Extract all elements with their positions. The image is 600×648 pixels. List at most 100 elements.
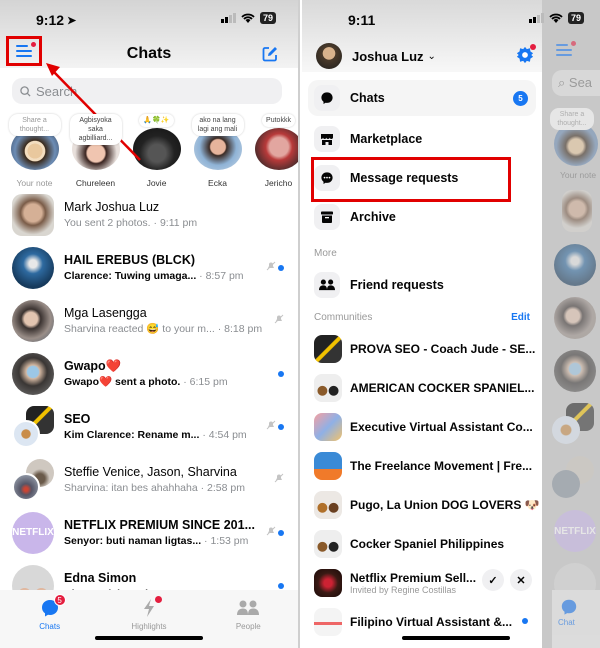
chat-row[interactable]: Mga Lasengga Sharvina reacted 😅 to your … xyxy=(0,294,298,347)
chats-badge: 5 xyxy=(513,91,528,106)
note-name: Jericho xyxy=(264,178,293,188)
community-item[interactable]: PROVA SEO - Coach Jude - SE... xyxy=(302,329,542,368)
section-label-communities: Communities xyxy=(314,312,373,323)
note-bubble: Share a thought... xyxy=(550,108,594,130)
people-icon xyxy=(319,279,335,290)
tab-people[interactable]: People xyxy=(208,598,288,631)
chat-bubble-icon xyxy=(321,92,333,104)
chat-row[interactable]: HAIL EREBUS (BLCK) Clarence: Tuwing umag… xyxy=(0,241,298,294)
profile-name: Joshua Luz xyxy=(352,48,424,64)
community-item[interactable]: Cocker Spaniel Philippines xyxy=(302,524,542,563)
chevron-down-icon: ⌄ xyxy=(427,50,436,62)
community-invite[interactable]: Netflix Premium Sell... Invited by Regin… xyxy=(302,563,542,602)
status-time: 9:11 xyxy=(348,12,376,28)
note-item[interactable]: Agbisyoka saka agbilliard... Chureleen xyxy=(65,114,126,188)
chats-screen: 9:12 ➤ 79 Chats Search Share a thought..… xyxy=(0,0,300,648)
drawer-item-archive[interactable]: Archive xyxy=(302,197,542,236)
chats-badge: 5 xyxy=(53,594,66,606)
menu-button[interactable] xyxy=(6,36,42,66)
drawer-item-message-requests[interactable]: Message requests xyxy=(302,158,542,197)
unread-dot xyxy=(278,424,284,430)
background-chats: ⌕ Sea Share a thought... Your note NETFL… xyxy=(542,0,600,648)
avatar xyxy=(12,352,54,395)
signal-icon xyxy=(528,13,544,23)
location-arrow-icon: ➤ xyxy=(67,14,77,27)
chat-row[interactable]: SEO Kim Clarence: Rename m... · 4:54 pm xyxy=(0,400,298,453)
muted-bell-icon xyxy=(266,526,276,536)
community-avatar xyxy=(314,334,342,363)
avatar xyxy=(132,128,181,170)
muted-bell-icon xyxy=(266,420,276,430)
settings-button[interactable] xyxy=(516,44,536,69)
community-item[interactable]: AMERICAN COCKER SPANIEL... xyxy=(302,368,542,407)
battery-indicator: 79 xyxy=(259,12,276,24)
compose-icon[interactable] xyxy=(262,46,278,62)
chat-row[interactable]: NETFLIX NETFLIX PREMIUM SINCE 201... Sen… xyxy=(0,506,298,559)
page-title: Chats xyxy=(126,45,172,62)
edit-communities-button[interactable]: Edit xyxy=(511,312,530,323)
wifi-icon xyxy=(549,13,563,23)
community-name: AMERICAN COCKER SPANIEL... xyxy=(350,380,535,395)
notes-row: Share a thought... Your note Agbisyoka s… xyxy=(0,104,298,188)
community-name: Filipino Virtual Assistant &... xyxy=(350,614,513,629)
chat-name: SEO xyxy=(64,411,91,426)
avatar xyxy=(12,299,54,342)
community-avatar xyxy=(314,451,342,480)
avatar xyxy=(554,350,596,392)
drawer-item-friend-requests[interactable]: Friend requests xyxy=(302,265,542,304)
note-name: Jovie xyxy=(146,178,167,188)
avatar xyxy=(12,246,54,289)
note-item[interactable]: 🙏🍀✨ Jovie xyxy=(126,114,187,188)
profile-switcher[interactable]: Joshua Luz ⌄ xyxy=(302,40,542,72)
chat-time: 9:11 pm xyxy=(159,216,198,229)
note-item[interactable]: Putokkk Jericho xyxy=(248,114,298,188)
note-item[interactable]: Share a thought... Your note xyxy=(4,114,65,188)
chat-row[interactable]: Steffie Venice, Jason, Sharvina Sharvina… xyxy=(0,453,298,506)
chats-header: Chats xyxy=(0,36,298,68)
note-item[interactable]: ako na lang lagi ang mali Ecka xyxy=(187,114,248,188)
drawer-item-label: Marketplace xyxy=(350,131,423,146)
chat-name: Mark Joshua Luz xyxy=(64,199,160,214)
tab-chats[interactable]: 5 Chats xyxy=(10,594,90,631)
tab-highlights[interactable]: Highlights xyxy=(109,596,189,631)
archive-icon xyxy=(321,211,333,223)
avatar: NETFLIX xyxy=(12,511,54,554)
drawer-screen: ⌕ Sea Share a thought... Your note NETFL… xyxy=(302,0,600,648)
chat-preview: Gwapo❤️ sent a photo. xyxy=(64,375,181,388)
community-avatar xyxy=(314,568,342,597)
side-drawer: 9:11 79 Joshua Luz ⌄ Chats 5 Marketplace… xyxy=(302,0,584,648)
chat-preview: Kim Clarence: Rename m... xyxy=(64,428,200,441)
invite-subtitle: Invited by Regine Costillas xyxy=(350,584,457,595)
drawer-item-label: Friend requests xyxy=(350,277,444,292)
group-avatar xyxy=(12,405,54,448)
avatar xyxy=(562,190,592,232)
community-item[interactable]: Executive Virtual Assistant Co... xyxy=(302,407,542,446)
avatar xyxy=(554,244,596,286)
community-avatar xyxy=(314,373,342,402)
note-name: Your note xyxy=(16,178,53,188)
notification-dot xyxy=(530,44,536,50)
drawer-item-chats[interactable]: Chats 5 xyxy=(308,80,536,116)
status-bar: 9:12 ➤ 79 xyxy=(0,0,298,40)
drawer-item-marketplace[interactable]: Marketplace xyxy=(302,119,542,158)
muted-bell-icon xyxy=(274,314,284,324)
accept-button[interactable]: ✓ xyxy=(482,569,504,591)
community-item[interactable]: Pugo, La Union DOG LOVERS 🐶 xyxy=(302,485,542,524)
community-item[interactable]: The Freelance Movement | Fre... xyxy=(302,446,542,485)
tab-bar: 5 Chats Highlights People xyxy=(0,590,298,648)
chat-row[interactable]: Gwapo❤️ Gwapo❤️ sent a photo. · 6:15 pm xyxy=(0,347,298,400)
chat-preview: Clarence: Tuwing umaga... xyxy=(64,269,197,282)
decline-button[interactable]: ✕ xyxy=(510,569,532,591)
search-input[interactable]: Search xyxy=(12,78,282,104)
chat-time: 2:58 pm xyxy=(207,481,245,494)
avatar xyxy=(552,470,580,498)
chat-row[interactable]: Mark Joshua Luz You sent 2 photos. · 9:1… xyxy=(0,188,298,241)
chat-time: 6:15 pm xyxy=(189,375,228,388)
storefront-icon xyxy=(321,133,333,145)
status-time: 9:12 xyxy=(36,12,65,28)
chat-name: Edna Simon xyxy=(64,570,137,585)
background-search: ⌕ Sea xyxy=(552,70,600,96)
hamburger-icon xyxy=(556,41,576,56)
community-avatar xyxy=(314,607,342,636)
message-requests-icon xyxy=(321,171,333,184)
